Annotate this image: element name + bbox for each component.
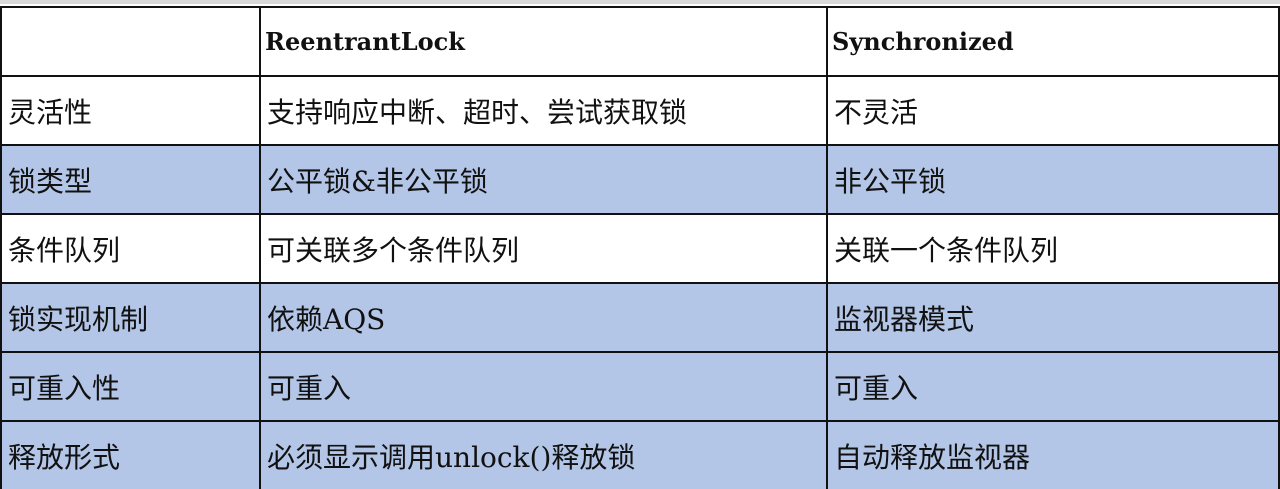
reentrantlock-cell: 必须显示调用unlock()释放锁 (259, 420, 828, 489)
comparison-figure: ReentrantLock Synchronized 灵活性 支持响应中断、超时… (0, 0, 1280, 489)
feature-cell: 锁类型 (0, 144, 261, 215)
synchronized-cell: 监视器模式 (826, 282, 1280, 353)
header-cell-feature (0, 6, 261, 77)
table-row: 锁实现机制 依赖AQS 监视器模式 (0, 282, 1280, 353)
table-row: 锁类型 公平锁&非公平锁 非公平锁 (0, 144, 1280, 215)
feature-cell: 灵活性 (0, 75, 261, 146)
synchronized-cell: 非公平锁 (826, 144, 1280, 215)
synchronized-cell: 可重入 (826, 351, 1280, 422)
reentrantlock-cell: 支持响应中断、超时、尝试获取锁 (259, 75, 828, 146)
synchronized-cell: 自动释放监视器 (826, 420, 1280, 489)
reentrantlock-cell: 可重入 (259, 351, 828, 422)
reentrantlock-cell: 依赖AQS (259, 282, 828, 353)
table-row: 可重入性 可重入 可重入 (0, 351, 1280, 422)
feature-cell: 锁实现机制 (0, 282, 261, 353)
synchronized-cell: 关联一个条件队列 (826, 213, 1280, 284)
reentrantlock-cell: 公平锁&非公平锁 (259, 144, 828, 215)
header-cell-synchronized: Synchronized (826, 6, 1280, 77)
table-row: 灵活性 支持响应中断、超时、尝试获取锁 不灵活 (0, 75, 1280, 146)
table-row: 释放形式 必须显示调用unlock()释放锁 自动释放监视器 (0, 420, 1280, 489)
comparison-table: ReentrantLock Synchronized 灵活性 支持响应中断、超时… (0, 6, 1280, 489)
reentrantlock-cell: 可关联多个条件队列 (259, 213, 828, 284)
synchronized-cell: 不灵活 (826, 75, 1280, 146)
feature-cell: 释放形式 (0, 420, 261, 489)
feature-cell: 条件队列 (0, 213, 261, 284)
table-header-row: ReentrantLock Synchronized (0, 6, 1280, 77)
table-row: 条件队列 可关联多个条件队列 关联一个条件队列 (0, 213, 1280, 284)
feature-cell: 可重入性 (0, 351, 261, 422)
header-cell-reentrantlock: ReentrantLock (259, 6, 828, 77)
